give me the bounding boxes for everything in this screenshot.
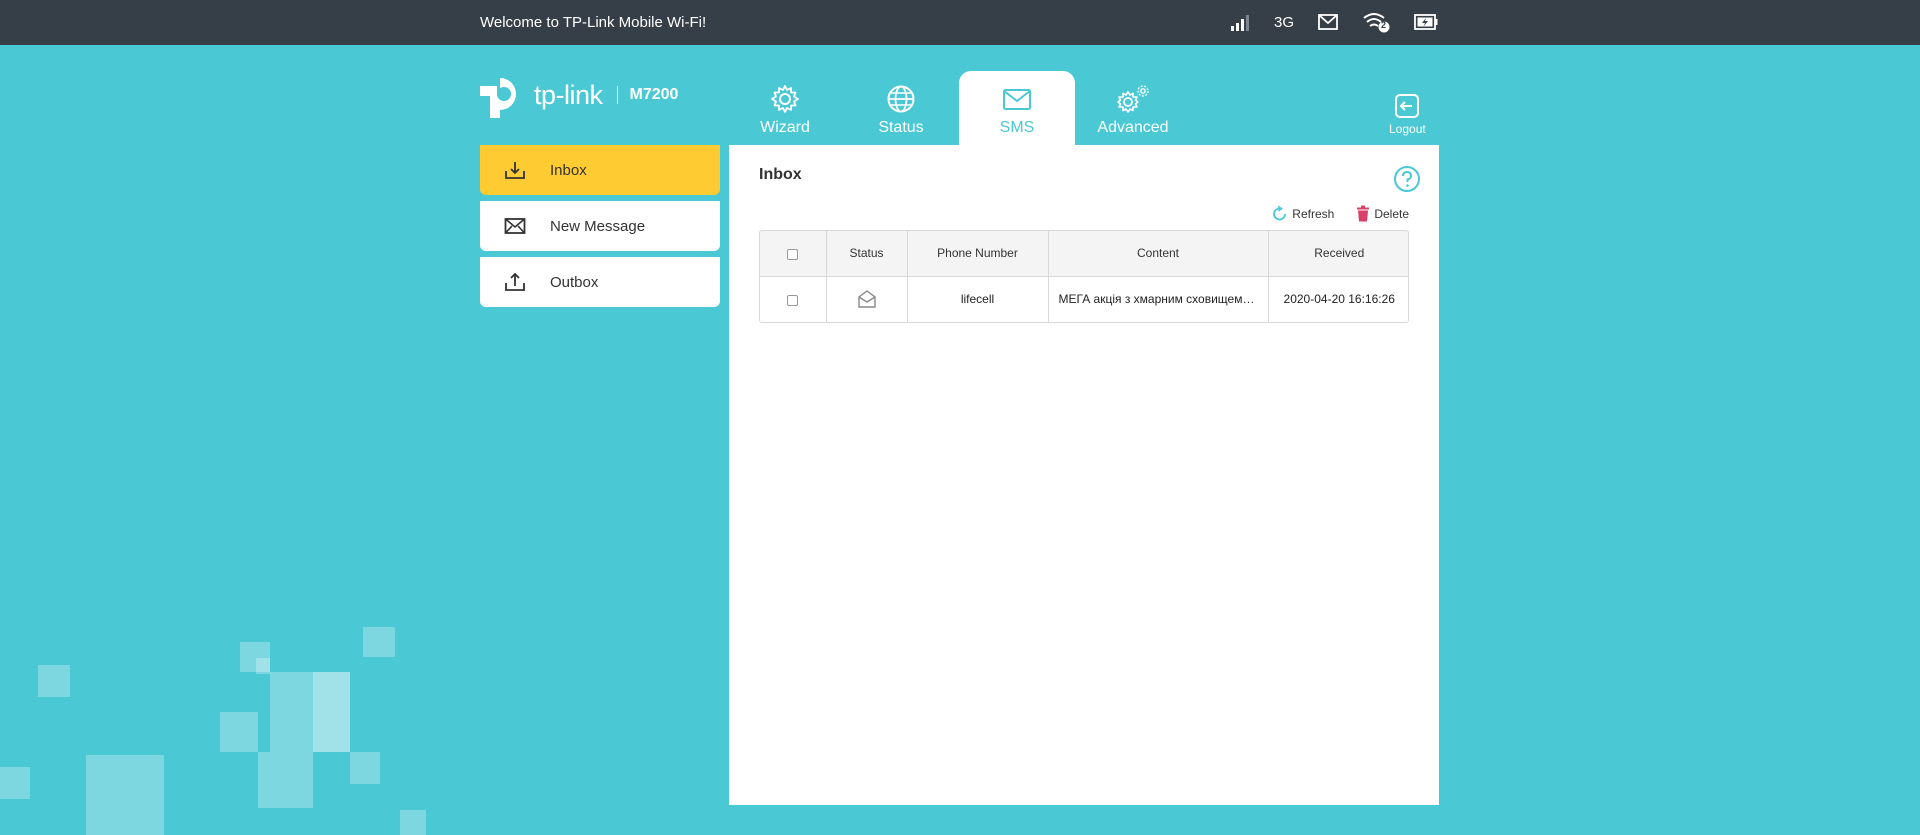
logo-separator <box>616 86 618 104</box>
refresh-icon <box>1273 205 1287 220</box>
tab-status[interactable]: Status <box>843 71 959 145</box>
wifi-clients-count: 2 <box>1381 20 1387 30</box>
logout-icon <box>1395 94 1420 118</box>
delete-label: Delete <box>1374 206 1409 221</box>
page-title: Inbox <box>759 166 802 183</box>
sidebar-item-label: Inbox <box>550 161 587 179</box>
select-all-checkbox[interactable] <box>787 248 799 260</box>
mail-icon[interactable] <box>1318 14 1338 30</box>
envelope-icon <box>1003 89 1031 110</box>
read-envelope-icon <box>857 290 876 308</box>
tp-link-logo: tp-link M7200 <box>480 70 678 120</box>
column-header-status: Status <box>826 231 908 276</box>
tp-link-logo-icon <box>480 78 516 118</box>
tab-wizard[interactable]: Wizard <box>727 71 843 145</box>
select-all-cell <box>760 231 827 276</box>
trash-icon <box>1357 205 1370 222</box>
logout-label: Logout <box>1389 122 1426 136</box>
column-header-received: Received <box>1314 246 1365 261</box>
refresh-label: Refresh <box>1292 206 1335 221</box>
globe-icon <box>887 85 915 113</box>
sidebar-item-inbox[interactable]: Inbox <box>480 145 720 195</box>
battery-icon <box>1414 14 1438 30</box>
welcome-text: Welcome to TP-Link Mobile Wi-Fi! <box>480 14 707 31</box>
inbox-download-icon <box>480 160 550 180</box>
sidebar-item-label: New Message <box>550 217 646 235</box>
column-header-content: Content <box>1048 231 1269 276</box>
inbox-toolbar: Refresh Delete <box>1250 205 1409 222</box>
brand-name: tp-link <box>534 79 603 110</box>
tab-wizard-label: Wizard <box>760 119 810 136</box>
tab-status-label: Status <box>878 119 924 136</box>
network-type: 3G <box>1273 13 1294 31</box>
envelope-icon <box>480 217 550 235</box>
help-button[interactable] <box>1393 165 1421 198</box>
row-content: МЕГА акція з хмарним сховищем… <box>1048 275 1269 322</box>
row-status-cell <box>826 275 908 322</box>
tab-sms[interactable]: SMS <box>959 71 1075 145</box>
row-phone: lifecell <box>907 275 1049 322</box>
main-nav: Wizard Status SMS Advanced <box>727 71 1191 145</box>
tab-advanced-label: Advanced <box>1097 119 1169 136</box>
row-select-cell <box>760 275 827 322</box>
outbox-upload-icon <box>480 272 550 292</box>
row-received: 2020-04-20 16:16:26 <box>1268 275 1408 322</box>
row-checkbox[interactable] <box>787 294 799 306</box>
sidebar-item-outbox[interactable]: Outbox <box>480 257 720 307</box>
table-row[interactable]: lifecell МЕГА акція з хмарним сховищем… … <box>760 275 1408 322</box>
sidebar-item-new-message[interactable]: New Message <box>480 201 720 251</box>
wifi-icon: 2 <box>1362 11 1390 33</box>
tab-sms-label: SMS <box>999 119 1035 136</box>
logout-button[interactable]: Logout <box>1389 93 1426 136</box>
sms-sidebar: Inbox New Message Outbox <box>480 145 720 313</box>
tab-advanced[interactable]: Advanced <box>1075 71 1191 145</box>
refresh-button[interactable]: Refresh <box>1272 205 1334 222</box>
gear-icon <box>771 85 799 113</box>
model-name: M7200 <box>629 86 679 103</box>
gears-icon <box>1117 85 1149 113</box>
sidebar-item-label: Outbox <box>550 273 599 291</box>
table-header-row: Status Phone Number Content Received <box>760 231 1408 276</box>
inbox-panel: Inbox Refresh Delete Status Phone Number… <box>729 145 1439 805</box>
column-header-phone: Phone Number <box>907 231 1049 276</box>
help-icon <box>1394 166 1420 192</box>
signal-strength-icon <box>1230 13 1250 31</box>
top-bar: Welcome to TP-Link Mobile Wi-Fi! 3G 2 <box>0 0 1920 45</box>
delete-button[interactable]: Delete <box>1356 205 1409 222</box>
messages-table: Status Phone Number Content Received lif… <box>759 230 1409 323</box>
status-icons: 3G 2 <box>1206 11 1438 33</box>
